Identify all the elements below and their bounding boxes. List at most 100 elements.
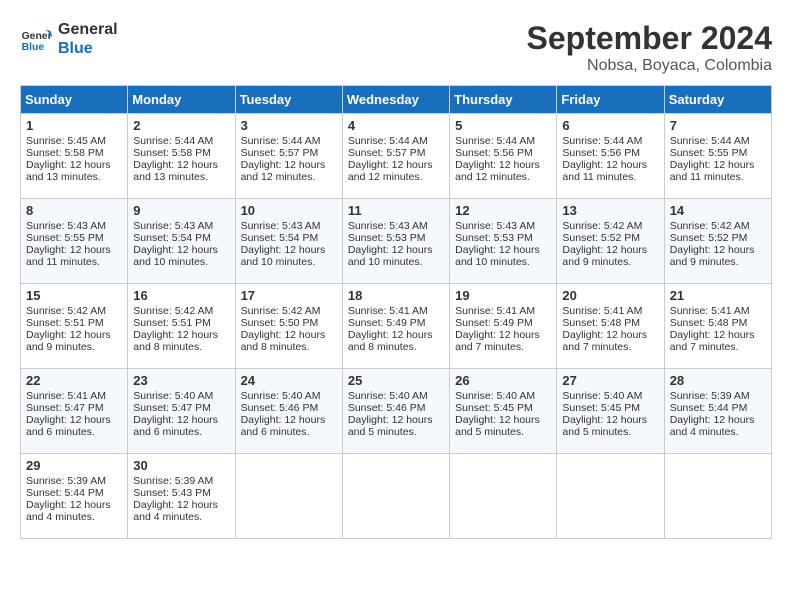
table-row: 15Sunrise: 5:42 AMSunset: 5:51 PMDayligh… [21, 284, 128, 369]
day-number: 7 [670, 118, 766, 133]
day-info: Sunrise: 5:41 AM [348, 305, 444, 317]
header: General Blue General Blue September 2024… [20, 20, 772, 75]
day-info: and 4 minutes. [670, 426, 766, 438]
table-row: 21Sunrise: 5:41 AMSunset: 5:48 PMDayligh… [664, 284, 771, 369]
day-info: Sunrise: 5:42 AM [26, 305, 122, 317]
day-info: Sunset: 5:54 PM [241, 232, 337, 244]
day-info: Sunset: 5:46 PM [348, 402, 444, 414]
day-info: Daylight: 12 hours [133, 244, 229, 256]
day-number: 27 [562, 373, 658, 388]
day-info: Daylight: 12 hours [133, 159, 229, 171]
day-info: and 13 minutes. [133, 171, 229, 183]
day-info: and 9 minutes. [562, 256, 658, 268]
day-info: Sunset: 5:49 PM [348, 317, 444, 329]
day-info: Sunrise: 5:40 AM [348, 390, 444, 402]
day-number: 29 [26, 458, 122, 473]
day-info: Sunrise: 5:44 AM [133, 135, 229, 147]
table-row: 25Sunrise: 5:40 AMSunset: 5:46 PMDayligh… [342, 369, 449, 454]
day-info: Sunrise: 5:44 AM [562, 135, 658, 147]
day-info: Sunrise: 5:42 AM [241, 305, 337, 317]
day-info: Daylight: 12 hours [670, 329, 766, 341]
day-number: 23 [133, 373, 229, 388]
table-row: 27Sunrise: 5:40 AMSunset: 5:45 PMDayligh… [557, 369, 664, 454]
day-info: Sunset: 5:47 PM [26, 402, 122, 414]
day-info: Sunset: 5:50 PM [241, 317, 337, 329]
day-info: Sunrise: 5:43 AM [455, 220, 551, 232]
day-info: Daylight: 12 hours [241, 159, 337, 171]
table-row: 4Sunrise: 5:44 AMSunset: 5:57 PMDaylight… [342, 114, 449, 199]
table-row: 10 Sunrise: 5:43 AMSunset: 5:54 PMDayligh… [235, 199, 342, 284]
day-number: 17 [241, 288, 337, 303]
day-info: Sunset: 5:57 PM [348, 147, 444, 159]
day-info: Sunrise: 5:40 AM [455, 390, 551, 402]
day-info: Sunrise: 5:43 AM [241, 220, 337, 232]
day-number: 14 [670, 203, 766, 218]
day-info: Daylight: 12 hours [241, 244, 337, 256]
day-number: 15 [26, 288, 122, 303]
day-number: 20 [562, 288, 658, 303]
table-row: 20Sunrise: 5:41 AMSunset: 5:48 PMDayligh… [557, 284, 664, 369]
day-info: and 10 minutes. [133, 256, 229, 268]
day-info: and 10 minutes. [348, 256, 444, 268]
day-info: Sunset: 5:46 PM [241, 402, 337, 414]
col-wednesday: Wednesday [342, 86, 449, 114]
day-info: Daylight: 12 hours [455, 159, 551, 171]
day-info: and 12 minutes. [348, 171, 444, 183]
table-row [664, 454, 771, 539]
day-number: 12 [455, 203, 551, 218]
day-info: Sunrise: 5:41 AM [670, 305, 766, 317]
day-info: Sunset: 5:43 PM [133, 487, 229, 499]
day-info: Sunrise: 5:42 AM [670, 220, 766, 232]
day-number: 3 [241, 118, 337, 133]
day-info: and 5 minutes. [455, 426, 551, 438]
day-number: 16 [133, 288, 229, 303]
day-info: Sunset: 5:45 PM [455, 402, 551, 414]
day-info: Sunrise: 5:40 AM [562, 390, 658, 402]
day-info: and 6 minutes. [241, 426, 337, 438]
table-row: 6Sunrise: 5:44 AMSunset: 5:56 PMDaylight… [557, 114, 664, 199]
day-info: Daylight: 12 hours [133, 414, 229, 426]
day-number: 11 [348, 203, 444, 218]
day-number: 8 [26, 203, 122, 218]
day-info: Sunset: 5:52 PM [670, 232, 766, 244]
day-info: Sunset: 5:51 PM [133, 317, 229, 329]
day-info: Sunrise: 5:44 AM [241, 135, 337, 147]
logo-line2: Blue [58, 39, 118, 58]
day-info: Daylight: 12 hours [241, 414, 337, 426]
table-row: 18Sunrise: 5:41 AMSunset: 5:49 PMDayligh… [342, 284, 449, 369]
day-info: and 13 minutes. [26, 171, 122, 183]
day-number: 13 [562, 203, 658, 218]
day-info: and 10 minutes. [455, 256, 551, 268]
day-info: Daylight: 12 hours [455, 414, 551, 426]
day-info: Sunset: 5:48 PM [562, 317, 658, 329]
day-info: Daylight: 12 hours [670, 244, 766, 256]
day-info: and 7 minutes. [455, 341, 551, 353]
col-thursday: Thursday [450, 86, 557, 114]
day-number: 1 [26, 118, 122, 133]
day-info: Sunset: 5:45 PM [562, 402, 658, 414]
col-tuesday: Tuesday [235, 86, 342, 114]
table-row: 26Sunrise: 5:40 AMSunset: 5:45 PMDayligh… [450, 369, 557, 454]
table-row: 5Sunrise: 5:44 AMSunset: 5:56 PMDaylight… [450, 114, 557, 199]
day-number: 4 [348, 118, 444, 133]
day-number: 10 [241, 203, 337, 218]
day-info: Sunset: 5:55 PM [26, 232, 122, 244]
day-number: 30 [133, 458, 229, 473]
table-row: 14 Sunrise: 5:42 AMSunset: 5:52 PMDayligh… [664, 199, 771, 284]
day-info: and 7 minutes. [670, 341, 766, 353]
day-info: and 11 minutes. [562, 171, 658, 183]
day-info: Sunrise: 5:42 AM [562, 220, 658, 232]
day-number: 18 [348, 288, 444, 303]
day-info: Sunset: 5:52 PM [562, 232, 658, 244]
col-friday: Friday [557, 86, 664, 114]
day-info: and 4 minutes. [26, 511, 122, 523]
day-info: and 6 minutes. [26, 426, 122, 438]
day-info: Sunrise: 5:43 AM [348, 220, 444, 232]
day-info: Sunrise: 5:41 AM [562, 305, 658, 317]
header-row: Sunday Monday Tuesday Wednesday Thursday… [21, 86, 772, 114]
day-info: and 7 minutes. [562, 341, 658, 353]
day-info: Daylight: 12 hours [670, 414, 766, 426]
table-row: 16Sunrise: 5:42 AMSunset: 5:51 PMDayligh… [128, 284, 235, 369]
location-title: Nobsa, Boyaca, Colombia [527, 57, 772, 75]
day-info: and 5 minutes. [348, 426, 444, 438]
